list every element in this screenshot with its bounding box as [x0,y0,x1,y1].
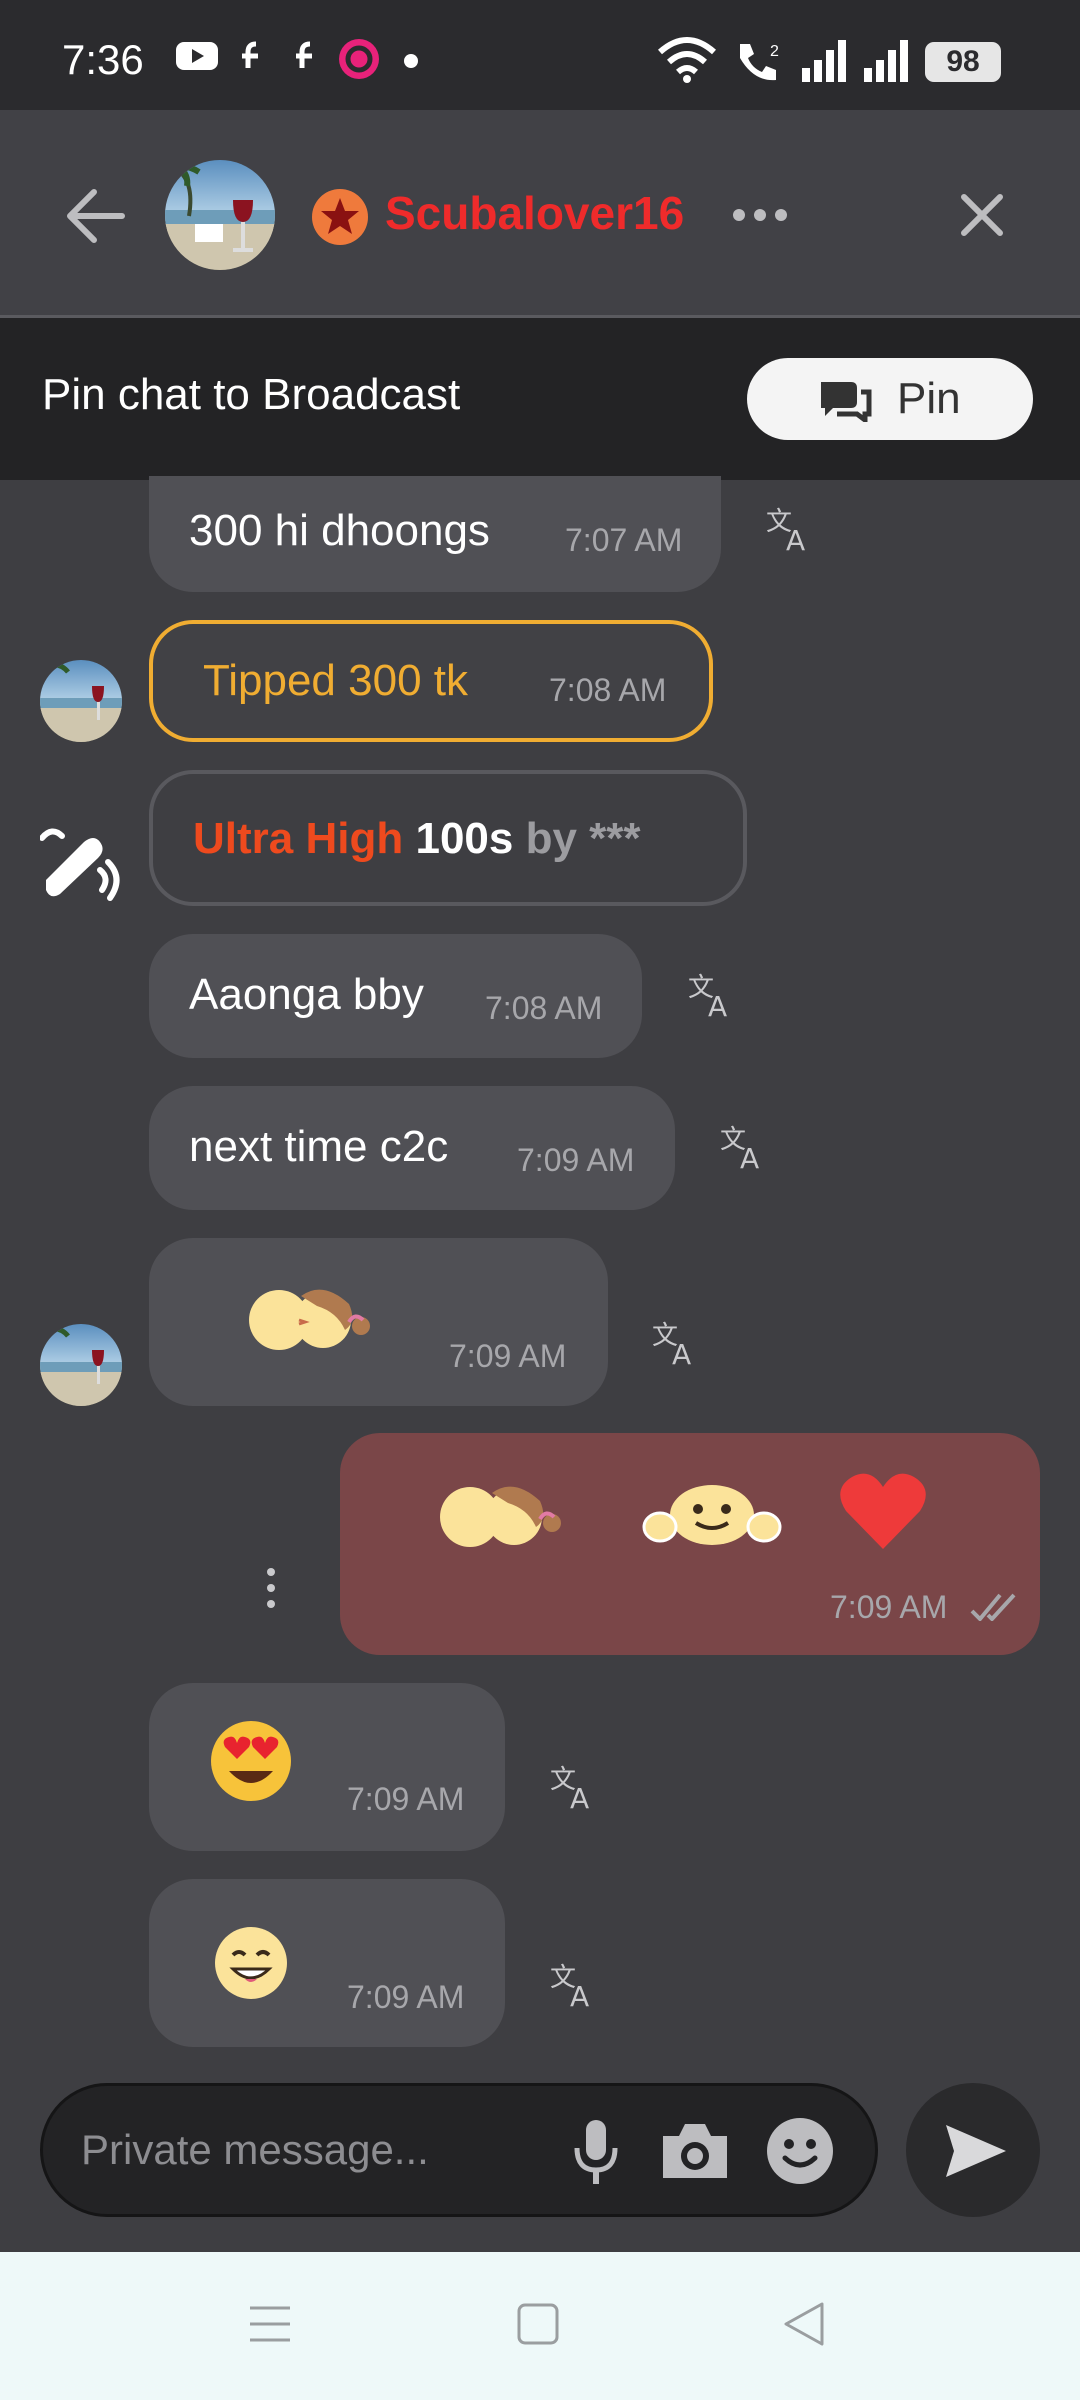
facebook-icon-2 [296,41,312,68]
red-heart-emoji [840,1473,926,1549]
message-time: 7:07 AM [565,522,683,558]
ultra-duration: 100s [415,814,514,863]
hugging-face-emoji [642,1485,782,1545]
camera-icon[interactable] [659,2120,731,2182]
kissing-couple-emoji [249,1289,370,1350]
svg-text:A: A [786,524,805,552]
svg-text:A: A [672,1338,691,1366]
message-bubble[interactable]: 7:09 AM [149,1238,608,1406]
message-text: 300 hi dhoongs [189,506,490,555]
heart-eyes-emoji [211,1721,291,1801]
signal-icon-2 [864,40,908,82]
system-nav-bar [0,2252,1080,2400]
message-bubble[interactable]: Aaonga bby 7:08 AM [149,934,642,1058]
pin-button[interactable]: Pin [747,358,1033,440]
svg-text:A: A [740,1142,759,1170]
send-icon [946,2125,1006,2177]
translate-icon[interactable]: 文 A [688,972,736,1018]
recent-apps-icon[interactable] [248,2302,292,2346]
microphone-icon[interactable] [571,2118,621,2188]
contact-avatar[interactable] [165,160,275,270]
pin-bar: Pin chat to Broadcast Pin [0,318,1080,480]
message-bubble[interactable]: 7:09 AM [149,1683,505,1851]
grinning-face-emoji [215,1927,287,1999]
message-time: 7:09 AM [347,1979,465,2015]
youtube-icon [176,42,218,70]
wifi-calling-icon: 2 [740,43,779,81]
star-badge-icon [312,189,368,245]
message-time: 7:08 AM [549,672,667,708]
translate-icon[interactable]: 文 A [550,1962,598,2008]
message-time: 7:08 AM [485,990,603,1026]
message-input-bar[interactable]: Private message... [40,2083,878,2217]
message-input-placeholder[interactable]: Private message... [81,2126,429,2174]
svg-text:A: A [570,1980,589,2008]
message-text: Aaonga bby [189,970,424,1019]
message-options-icon[interactable] [264,1566,278,1610]
chat-bubbles-icon [821,382,872,422]
ultra-text: Ultra High 100s by *** [193,814,641,864]
double-check-icon [970,1593,1016,1621]
more-options-icon[interactable] [732,208,788,222]
contact-name[interactable]: Scubalover16 [385,186,684,240]
beach-photo [165,161,275,270]
dot-icon [404,54,418,68]
message-bubble[interactable]: next time c2c 7:09 AM [149,1086,675,1210]
ultra-high-message[interactable]: Ultra High 100s by *** [149,770,747,906]
beach-photo [40,662,122,742]
ultra-label: Ultra High [193,814,404,863]
back-arrow-icon[interactable] [64,188,126,244]
kissing-couple-emoji [440,1486,561,1547]
translate-icon[interactable]: 文 A [766,506,814,552]
status-bar: 7:36 2 98 [0,0,1080,110]
message-time: 7:09 AM [347,1781,465,1817]
translate-icon[interactable]: 文 A [652,1320,700,1366]
send-button[interactable] [906,2083,1040,2217]
sent-message-bubble[interactable]: 7:09 AM [340,1433,1040,1655]
translate-icon[interactable]: 文 A [720,1124,768,1170]
battery-indicator: 98 [925,42,1001,82]
chat-header: Scubalover16 [0,110,1080,318]
message-bubble[interactable]: 300 hi dhoongs 7:07 AM [149,476,721,592]
contact-avatar-small[interactable] [40,660,122,742]
home-icon[interactable] [516,2302,560,2346]
svg-text:A: A [708,990,727,1018]
back-nav-icon[interactable] [782,2300,826,2348]
wifi-icon [658,37,716,83]
signal-icon [802,40,846,82]
status-time: 7:36 [62,36,144,83]
translate-icon[interactable]: 文 A [550,1764,598,1810]
facebook-icon [242,41,258,68]
message-time: 7:09 AM [517,1142,635,1178]
message-text: next time c2c [189,1122,449,1171]
svg-text:A: A [570,1782,589,1810]
close-icon[interactable] [960,193,1004,237]
emoji-picker-icon[interactable] [765,2116,835,2186]
pin-bar-text: Pin chat to Broadcast [42,370,461,419]
pin-button-label: Pin [897,374,961,423]
vibration-toy-icon [40,828,120,901]
tip-message[interactable]: Tipped 300 tk 7:08 AM [149,620,713,742]
message-time: 7:09 AM [449,1338,567,1374]
beach-photo [40,1326,122,1406]
contact-avatar-small[interactable] [40,1324,122,1406]
app-notification-icon [339,39,379,79]
svg-text:2: 2 [770,43,779,60]
ultra-by: by *** [525,814,641,863]
tip-text: Tipped 300 tk [203,656,468,705]
message-time: 7:09 AM [830,1589,948,1625]
message-bubble[interactable]: 7:09 AM [149,1879,505,2047]
